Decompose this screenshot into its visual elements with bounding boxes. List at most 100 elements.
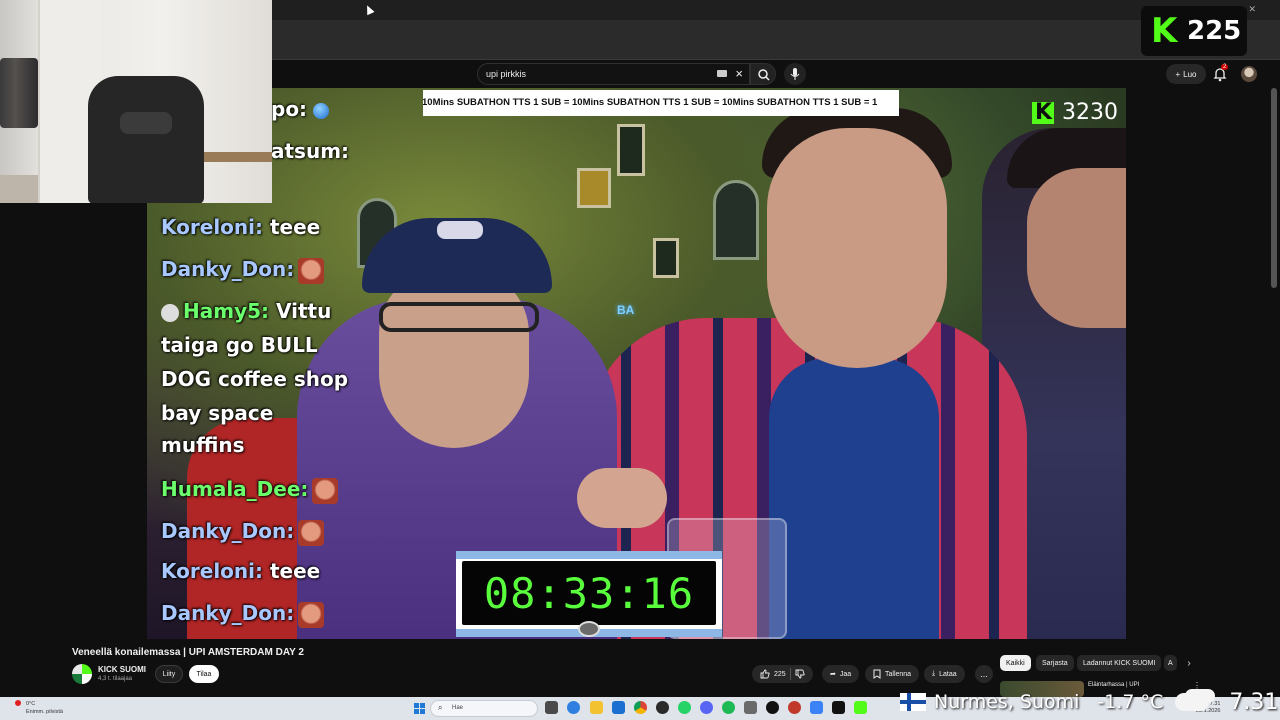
task-view-icon[interactable] [545,701,558,714]
share-icon: ➦ [830,671,836,678]
chat-message: Danky_Don: [161,596,325,630]
kick-viewer-count: 3230 [1032,100,1118,125]
steam-icon[interactable] [656,701,669,714]
copilot-icon[interactable] [567,701,580,714]
like-button[interactable]: 225 [760,669,786,679]
building-window [617,124,645,176]
create-label: Luo [1183,69,1197,79]
chip-series[interactable]: Sarjasta [1036,655,1074,671]
person-left-face [379,268,529,448]
timer-digits: 08:33:16 [483,568,695,618]
location-name: Nurmes, Suomi [934,691,1080,713]
download-button[interactable]: ⤓ Lataa [924,665,965,683]
download-icon: ⤓ [932,670,936,677]
timer-frame-top [456,551,722,559]
chat-message: Danky_Don: [161,252,325,286]
x-icon[interactable] [832,701,845,714]
thumbs-up-icon [760,669,770,679]
mail-icon[interactable] [612,701,625,714]
location-time: 7.31 [1229,689,1279,715]
chat-text: DOG coffee shop [161,367,349,391]
page-scrollbar[interactable] [1271,88,1277,288]
webcam-coats [0,58,38,128]
chat-username: atsum: [271,139,350,163]
chat-text: teee [269,559,321,583]
profile-avatar[interactable] [1241,66,1257,82]
hand [577,468,667,528]
webcam-chair-headrest [120,112,172,134]
share-button[interactable]: ➦ Jaa [822,665,860,683]
finland-flag-icon [900,693,926,711]
more-actions-button[interactable]: ... [975,665,993,683]
person-left-glasses [379,302,539,332]
viewer-count: 3230 [1062,100,1118,125]
chat-username: Koreloni: [161,559,264,583]
microphone-icon [790,68,800,80]
search-input[interactable]: upi pirkkis × [477,63,750,85]
join-button[interactable]: Liity [155,665,183,683]
bookmark-icon [873,669,881,679]
chat-message: Koreloni: teee [161,554,320,588]
webcam-desk [195,152,272,162]
weather-desc: Enimm. pilvistä [26,709,63,715]
chat-text: muffins [161,433,245,457]
keyboard-icon[interactable] [717,70,727,77]
discord-icon[interactable] [700,701,713,714]
thumbs-down-icon[interactable] [795,669,805,679]
kick-badge-count: 225 [1187,16,1242,46]
taskbar-search[interactable]: ⌕ Hae [430,700,538,717]
share-label: Jaa [839,670,852,678]
spotify-icon[interactable] [722,701,735,714]
chip-more[interactable]: A [1164,655,1177,671]
timer-display: 08:33:16 [462,561,716,625]
chat-message: Hamy5: Vittu [161,294,331,328]
building-arch [713,180,759,260]
neon-sign: BA [617,303,635,317]
building-window [653,238,679,278]
save-button[interactable]: Tallenna [865,665,920,683]
location-overlay: Nurmes, Suomi -1.7 °C 7.31 [900,686,1278,718]
download-label: Lataa [939,670,957,678]
location-temperature: -1.7 °C [1097,691,1164,713]
obs-icon[interactable] [766,701,779,714]
chrome-icon[interactable] [634,701,647,714]
weather-temp: 0°C [26,701,36,707]
search-button[interactable] [750,63,776,85]
subscriber-count: 4,3 t. tilaajaa [98,676,133,682]
webcam-gaming-chair [88,76,204,203]
voice-search-button[interactable] [784,63,806,85]
chat-username: Danky_Don: [161,519,295,543]
taskbar-search-label: Hae [452,705,464,711]
close-window-icon[interactable]: ✕ [1248,4,1256,15]
windows-start-icon[interactable] [414,703,425,714]
chevron-right-icon[interactable]: › [1182,655,1196,671]
chat-username: po: [271,97,308,121]
subscribe-button[interactable]: Tilaa [189,665,219,683]
video-title: Veneellä konailemassa | UPI AMSTERDAM DA… [72,647,304,658]
kick-taskbar-icon[interactable] [854,701,867,714]
whatsapp-icon[interactable] [678,701,691,714]
chat-message: Koreloni: teee [161,210,320,244]
timer-avatar [578,621,600,637]
like-dislike-group: 225 [752,665,813,683]
clear-search-icon[interactable]: × [735,66,743,81]
channel-name[interactable]: KICK SUOMI [98,665,146,674]
app-icon[interactable] [788,701,801,714]
weather-widget[interactable]: 0°C Enimm. pilvistä [18,700,63,716]
chat-message: Humala_Dee: [161,472,339,506]
create-button[interactable]: + Luo [1166,64,1206,84]
chat-username: Koreloni: [161,215,264,239]
chat-emote-icon [298,257,325,284]
person-middle-face [767,128,947,368]
like-divider [789,668,791,680]
file-explorer-icon[interactable] [590,701,603,714]
subathon-timer: 08:33:16 [456,551,722,637]
chat-text: taiga go BULL [161,333,318,357]
chip-uploaded-by-channel[interactable]: Ladannut KICK SUOMI [1077,655,1162,671]
chip-all[interactable]: Kaikki [1000,655,1031,671]
screen: — □ ✕ upi pirkkis × + Luo 2 225 [0,0,1280,720]
channel-avatar[interactable] [72,664,92,684]
app-icon[interactable] [810,701,823,714]
more-icon: ... [980,669,988,679]
app-icon[interactable] [744,701,757,714]
